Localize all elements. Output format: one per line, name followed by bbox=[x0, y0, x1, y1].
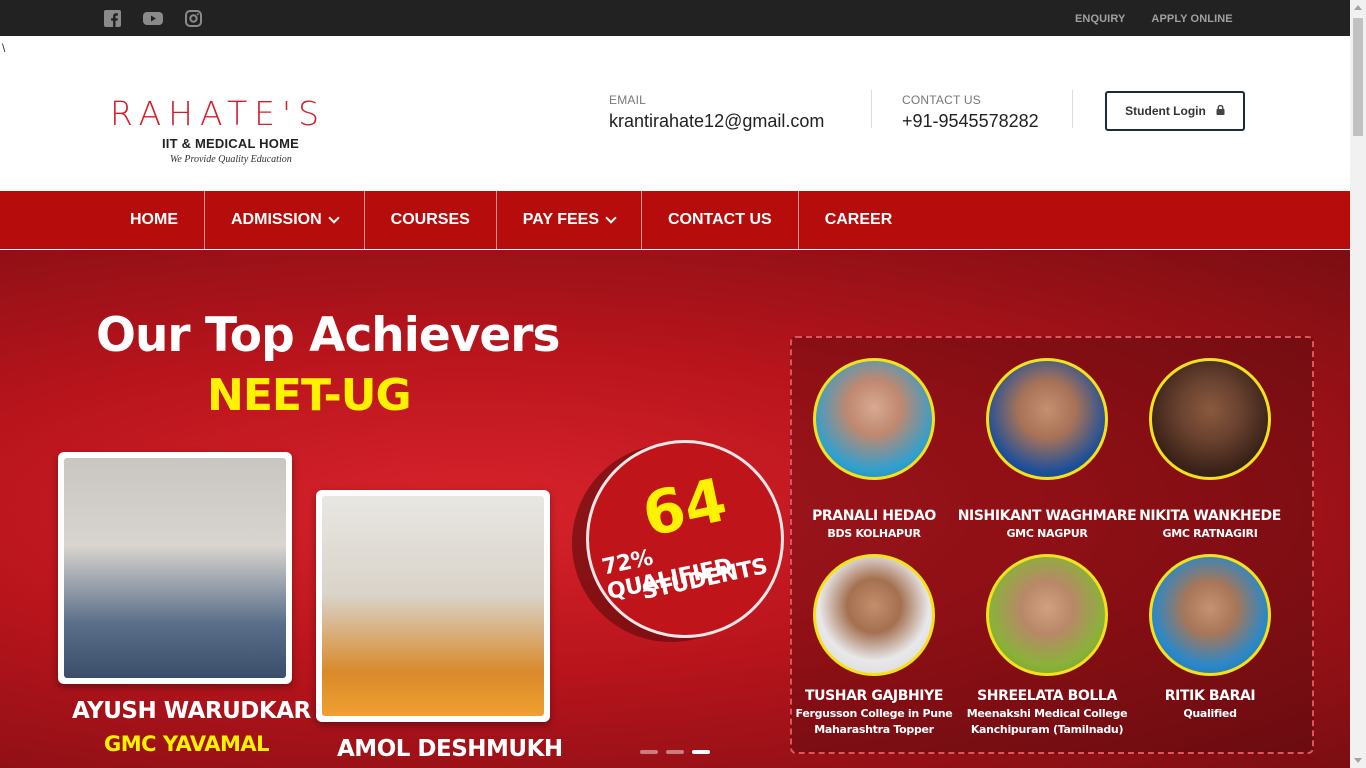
achiever-college: Qualified bbox=[1183, 707, 1237, 720]
main-nav: HOME ADMISSION COURSES PAY FEES CONTACT … bbox=[0, 191, 1350, 249]
nav-list: HOME ADMISSION COURSES PAY FEES CONTACT … bbox=[104, 191, 918, 249]
divider bbox=[1072, 90, 1073, 128]
featured-name-2: AMOL DESHMUKH bbox=[337, 736, 563, 762]
nav-label: CAREER bbox=[824, 211, 893, 228]
featured-name-1: AYUSH WARUDKAR bbox=[72, 698, 311, 724]
logo-subtitle: IIT & MEDICAL HOME bbox=[162, 136, 299, 151]
achiever-photo bbox=[813, 358, 935, 480]
slider-dot[interactable] bbox=[666, 750, 684, 754]
nav-item-career[interactable]: CAREER bbox=[799, 191, 919, 249]
nav-item-home[interactable]: HOME bbox=[104, 191, 205, 249]
student-photo bbox=[322, 496, 544, 716]
apply-online-link[interactable]: APPLY ONLINE bbox=[1151, 13, 1232, 25]
nav-label: HOME bbox=[130, 211, 178, 228]
achiever-card: TUSHAR GAJBHIYE Fergusson College in Pun… bbox=[784, 554, 964, 738]
facebook-icon[interactable] bbox=[104, 10, 121, 27]
youtube-icon[interactable] bbox=[143, 10, 163, 27]
social-links bbox=[104, 10, 202, 27]
nav-label: PAY FEES bbox=[522, 211, 599, 228]
featured-photo-2 bbox=[316, 490, 550, 722]
slider-dots bbox=[640, 750, 710, 754]
achiever-photo bbox=[1149, 358, 1271, 480]
featured-photo-1 bbox=[58, 452, 292, 684]
featured-college-1: GMC YAVAMAL bbox=[104, 732, 270, 756]
achiever-photo bbox=[813, 554, 935, 676]
chevron-down-icon bbox=[328, 211, 340, 224]
achiever-name: TUSHAR GAJBHIYE bbox=[804, 688, 944, 704]
lock-icon bbox=[1216, 104, 1225, 118]
email-value[interactable]: krantirahate12@gmail.com bbox=[609, 111, 824, 132]
achiever-card: NIKITA WANKHEDE GMC RATNAGIRI bbox=[1120, 358, 1300, 542]
scroll-thumb[interactable] bbox=[1353, 18, 1363, 136]
enquiry-link[interactable]: ENQUIRY bbox=[1075, 13, 1125, 25]
slider-dot[interactable] bbox=[640, 750, 658, 754]
student-login-button[interactable]: Student Login bbox=[1105, 91, 1245, 131]
logo-tagline: We Provide Quality Education bbox=[170, 154, 292, 165]
hero-subtitle: NEET-UG bbox=[207, 370, 412, 421]
nav-label: CONTACT US bbox=[667, 211, 772, 228]
scroll-down-arrow[interactable] bbox=[1354, 758, 1362, 763]
achiever-college: GMC RATNAGIRI bbox=[1162, 527, 1258, 540]
instagram-icon[interactable] bbox=[185, 10, 202, 27]
achiever-name: RITIK BARAI bbox=[1164, 688, 1256, 704]
achiever-college: GMC NAGPUR bbox=[1006, 527, 1088, 540]
student-login-label: Student Login bbox=[1125, 104, 1206, 118]
achiever-card: RITIK BARAI Qualified bbox=[1120, 554, 1300, 722]
nav-item-contact-us[interactable]: CONTACT US bbox=[642, 191, 799, 249]
top-links: ENQUIRY APPLY ONLINE bbox=[1075, 13, 1233, 25]
top-bar: ENQUIRY APPLY ONLINE bbox=[0, 0, 1350, 36]
achiever-card: NISHIKANT WAGHMARE GMC NAGPUR bbox=[957, 358, 1137, 542]
achiever-college: Meenakshi Medical College Kanchipuram (T… bbox=[966, 707, 1128, 736]
hero-title: Our Top Achievers bbox=[96, 308, 560, 363]
achiever-photo bbox=[986, 554, 1108, 676]
phone-info: CONTACT US +91-9545578282 bbox=[902, 93, 1039, 132]
page-scrollbar[interactable] bbox=[1350, 0, 1366, 768]
slider-dot[interactable] bbox=[692, 750, 710, 754]
nav-label: ADMISSION bbox=[231, 211, 322, 228]
achiever-college: BDS KOLHAPUR bbox=[827, 527, 921, 540]
student-photo bbox=[64, 458, 286, 678]
email-label: EMAIL bbox=[609, 93, 647, 107]
achiever-photo bbox=[1149, 554, 1271, 676]
achiever-name: NISHIKANT WAGHMARE bbox=[957, 508, 1137, 524]
phone-label: CONTACT US bbox=[902, 93, 981, 107]
nav-item-courses[interactable]: COURSES bbox=[365, 191, 497, 249]
achiever-name: SHREELATA BOLLA bbox=[977, 688, 1117, 704]
scroll-up-arrow[interactable] bbox=[1354, 5, 1362, 10]
achiever-photo bbox=[986, 358, 1108, 480]
hero-slider[interactable]: Our Top Achievers NEET-UG AYUSH WARUDKAR… bbox=[0, 250, 1350, 768]
divider bbox=[871, 90, 872, 128]
site-logo[interactable]: RAHATE'S IIT & MEDICAL HOME We Provide Q… bbox=[110, 96, 362, 172]
stray-text: \ bbox=[2, 41, 6, 55]
achiever-name: PRANALI HEDAO bbox=[812, 508, 936, 524]
email-info: EMAIL krantirahate12@gmail.com bbox=[609, 93, 824, 132]
achiever-college: Fergusson College in Pune Maharashtra To… bbox=[795, 707, 953, 736]
nav-label: COURSES bbox=[390, 211, 470, 228]
achiever-name: NIKITA WANKHEDE bbox=[1139, 508, 1281, 524]
qualified-badge: 64 72% QUALIFIED STUDENTS bbox=[586, 440, 784, 638]
chevron-down-icon bbox=[605, 211, 617, 224]
logo-brand: RAHATE'S bbox=[110, 94, 327, 133]
achiever-card: PRANALI HEDAO BDS KOLHAPUR bbox=[784, 358, 964, 542]
achiever-card: SHREELATA BOLLA Meenakshi Medical Colleg… bbox=[957, 554, 1137, 738]
nav-item-pay-fees[interactable]: PAY FEES bbox=[497, 191, 642, 249]
phone-value[interactable]: +91-9545578282 bbox=[902, 111, 1039, 132]
nav-item-admission[interactable]: ADMISSION bbox=[205, 191, 365, 249]
